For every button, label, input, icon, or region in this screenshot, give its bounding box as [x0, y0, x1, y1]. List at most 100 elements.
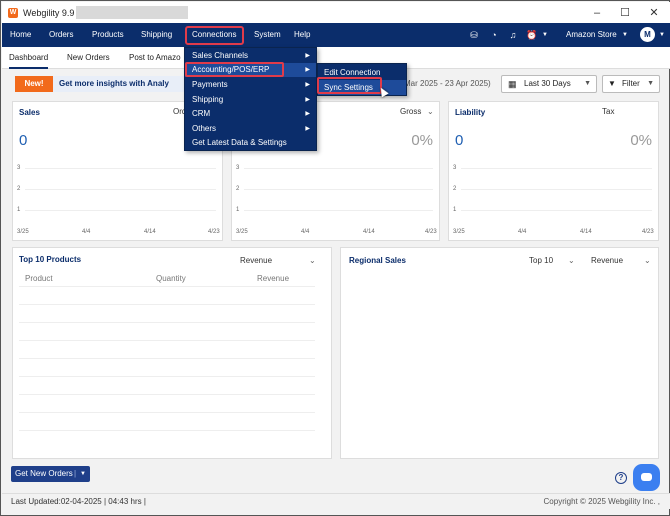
- chevron-down-icon[interactable]: ⌄: [427, 107, 434, 116]
- nav-home[interactable]: Home: [10, 23, 31, 47]
- column-header: Revenue: [257, 274, 290, 283]
- alarm-clock-icon[interactable]: ⏰: [526, 29, 538, 41]
- chevron-down-icon[interactable]: ⌄: [309, 256, 316, 265]
- avatar[interactable]: M: [640, 27, 655, 42]
- metric-select[interactable]: Revenue: [591, 256, 623, 265]
- calendar-icon: ▦: [508, 79, 517, 89]
- nav-system[interactable]: System: [254, 23, 281, 47]
- chat-icon[interactable]: [633, 464, 660, 491]
- copyright: Copyright © 2025 Webgility Inc. ,: [543, 497, 660, 506]
- title-redacted-area: [76, 6, 189, 19]
- nav-products[interactable]: Products: [92, 23, 124, 47]
- accounting-highlight: [185, 62, 284, 77]
- menu-item-label: Sales Channels: [192, 51, 249, 60]
- x-tick: 4/14: [144, 229, 156, 235]
- x-tick: 4/4: [518, 229, 527, 235]
- card-title: Sales: [19, 108, 40, 117]
- chevron-down-icon: ▼: [647, 80, 654, 87]
- get-new-orders-button[interactable]: Get New Orders | ▼: [11, 466, 90, 482]
- chevron-right-icon: ▶: [305, 53, 310, 59]
- x-tick: 4/23: [425, 229, 437, 235]
- chevron-right-icon: ▶: [305, 111, 310, 117]
- chevron-right-icon: ▶: [305, 97, 310, 103]
- card-title: Liability: [455, 108, 486, 117]
- menu-item-label: CRM: [192, 109, 211, 118]
- filter-label: Filter: [622, 79, 640, 88]
- x-tick: 3/25: [236, 229, 248, 235]
- card-value: 0%: [411, 132, 433, 149]
- close-button[interactable]: ✕: [642, 4, 666, 21]
- connections-highlight: [185, 26, 244, 45]
- chevron-down-icon[interactable]: ⌄: [644, 256, 651, 265]
- x-tick: 4/23: [642, 229, 654, 235]
- card-value: 0: [455, 132, 464, 149]
- menu-item-crm[interactable]: CRM ▶: [185, 107, 316, 121]
- period-label: Last 30 Days: [524, 79, 571, 88]
- help-icon[interactable]: ?: [615, 472, 627, 484]
- column-header: Product: [25, 274, 53, 283]
- x-tick: 4/23: [208, 229, 220, 235]
- get-new-orders-label: Get New Orders: [15, 469, 73, 478]
- nav-help[interactable]: Help: [294, 23, 310, 47]
- y-tick: 2: [236, 186, 240, 192]
- alarm-chevron-down-icon[interactable]: ▼: [542, 32, 548, 38]
- y-tick: 3: [453, 165, 457, 171]
- minimize-button[interactable]: –: [585, 4, 609, 21]
- insights-banner[interactable]: Get more insights with Analy: [53, 76, 193, 92]
- liability-card: Liability Tax 0 0% 3 2 1 3/25 4/4 4/14 4…: [448, 101, 659, 241]
- maximize-button[interactable]: ☐: [613, 4, 637, 21]
- nav-orders[interactable]: Orders: [49, 23, 73, 47]
- filter-button[interactable]: ▼ Filter ▼: [602, 75, 660, 93]
- metric-select[interactable]: Revenue: [240, 256, 272, 265]
- y-tick: 3: [17, 165, 21, 171]
- menu-item-label: Payments: [192, 80, 228, 89]
- y-tick: 1: [453, 207, 457, 213]
- menu-item-get-latest-data[interactable]: Get Latest Data & Settings: [185, 136, 316, 150]
- y-tick: 2: [17, 186, 21, 192]
- x-tick: 4/4: [82, 229, 91, 235]
- store-chevron-down-icon[interactable]: ▼: [622, 32, 628, 38]
- tab-new-orders[interactable]: New Orders: [67, 47, 110, 69]
- card-metric-select[interactable]: Gross: [400, 107, 421, 116]
- avatar-chevron-down-icon[interactable]: ▼: [659, 32, 665, 38]
- top-products-panel: Top 10 Products Revenue ⌄ Product Quanti…: [12, 247, 332, 459]
- y-tick: 1: [236, 207, 240, 213]
- menu-item-payments[interactable]: Payments ▶: [185, 78, 316, 92]
- chevron-down-icon[interactable]: ⌄: [568, 256, 575, 265]
- tab-dashboard[interactable]: Dashboard: [9, 47, 49, 69]
- card-value: 0: [19, 132, 28, 149]
- card-metric-select[interactable]: Tax: [602, 107, 614, 116]
- database-icon[interactable]: ⛁: [468, 29, 480, 41]
- x-tick: 4/4: [301, 229, 310, 235]
- date-range-text: Mar 2025 - 23 Apr 2025): [404, 79, 491, 88]
- menu-item-shipping[interactable]: Shipping ▶: [185, 93, 316, 107]
- x-tick: 3/25: [453, 229, 465, 235]
- top-select[interactable]: Top 10: [529, 256, 553, 265]
- y-tick: 1: [17, 207, 21, 213]
- menu-item-label: Get Latest Data & Settings: [192, 138, 287, 147]
- x-tick: 3/25: [17, 229, 29, 235]
- menu-item-others[interactable]: Others ▶: [185, 122, 316, 136]
- tab-post-to-amazon[interactable]: Post to Amazo: [129, 47, 181, 69]
- filter-icon: ▼: [608, 79, 616, 88]
- menu-item-label: Shipping: [192, 95, 224, 104]
- panel-title: Regional Sales: [349, 256, 406, 265]
- period-dropdown[interactable]: ▦ Last 30 Days ▼: [501, 75, 597, 93]
- main-nav: Home Orders Products Shipping Connection…: [2, 23, 670, 47]
- x-tick: 4/14: [363, 229, 375, 235]
- speedometer-icon[interactable]: ◔: [488, 29, 500, 41]
- webgility-logo-icon: W: [8, 7, 18, 18]
- regional-sales-panel: Regional Sales Top 10 ⌄ Revenue ⌄: [340, 247, 659, 459]
- panel-title: Top 10 Products: [19, 255, 82, 264]
- window-title: Webgility 9.9: [23, 7, 75, 18]
- menu-item-label: Others: [192, 124, 217, 133]
- y-tick: 2: [453, 186, 457, 192]
- store-selector[interactable]: Amazon Store: [566, 23, 617, 47]
- chevron-down-icon[interactable]: ▼: [80, 466, 86, 482]
- nav-shipping[interactable]: Shipping: [141, 23, 172, 47]
- x-tick: 4/14: [580, 229, 592, 235]
- bell-icon[interactable]: ♫: [507, 29, 519, 41]
- menu-item-sales-channels[interactable]: Sales Channels ▶: [185, 49, 316, 63]
- chevron-down-icon: ▼: [584, 80, 591, 87]
- y-tick: 3: [236, 165, 240, 171]
